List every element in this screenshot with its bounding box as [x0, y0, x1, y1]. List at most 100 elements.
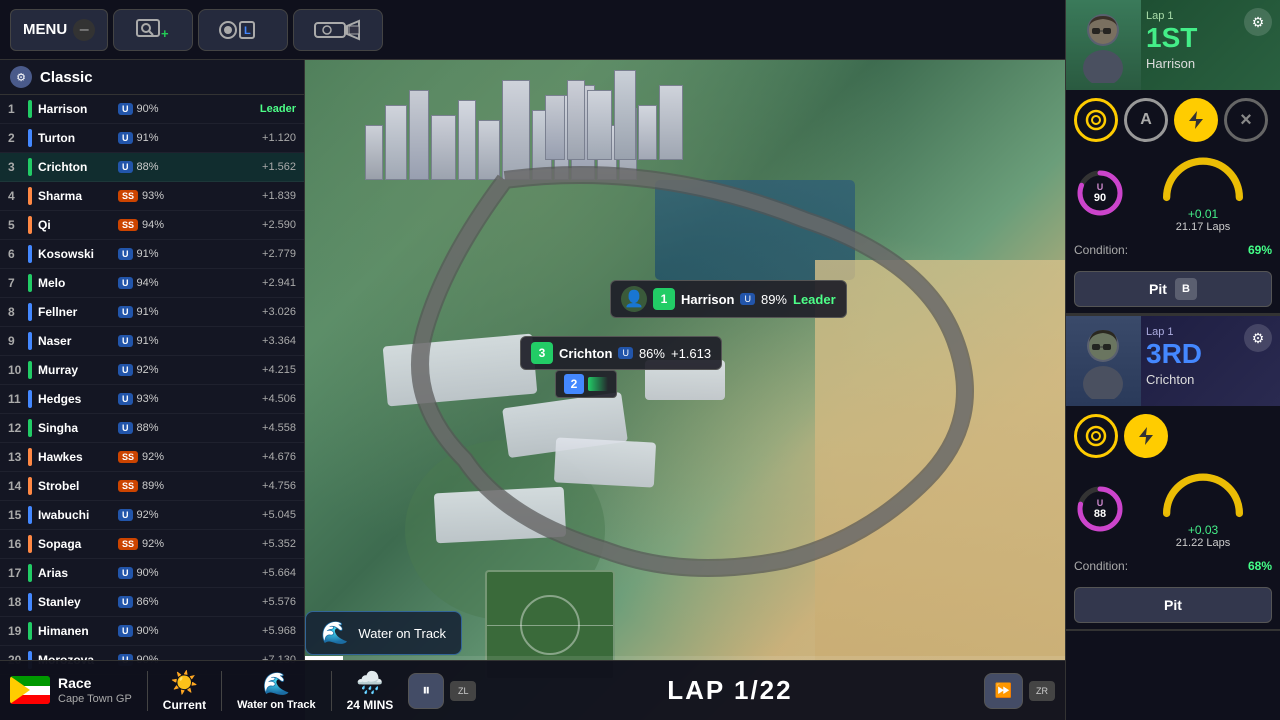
pit-label: Pit — [1149, 281, 1167, 297]
water-warning-overlay: 🌊 Water on Track — [305, 611, 462, 655]
driver-row-16[interactable]: 16 Sopaga SS 92% +5.352 — [0, 530, 304, 559]
driver-row-17[interactable]: 17 Arias U 90% +5.664 — [0, 559, 304, 588]
harrison-card-name: Harrison — [1146, 56, 1197, 71]
divider-2 — [221, 671, 222, 711]
color-bar-7 — [28, 274, 32, 292]
driver-row-3[interactable]: 3 Crichton U 88% +1.562 — [0, 153, 304, 182]
pct-5: 94% — [142, 219, 180, 231]
crichton-settings-button[interactable]: ⚙ — [1244, 324, 1272, 352]
gap-3: +1.562 — [175, 161, 297, 173]
driver-row-5[interactable]: 5 Qi SS 94% +2.590 — [0, 211, 304, 240]
driver-row-13[interactable]: 13 Hawkes SS 92% +4.676 — [0, 443, 304, 472]
name-5: Qi — [38, 218, 118, 232]
driver-row-15[interactable]: 15 Iwabuchi U 92% +5.045 — [0, 501, 304, 530]
pause-button[interactable]: ⏸ — [408, 673, 444, 709]
name-11: Hedges — [38, 392, 118, 406]
harrison-energy-button[interactable] — [1174, 98, 1218, 142]
harrison-delta: +0.01 — [1134, 207, 1272, 221]
water-weather-item: 🌊 Water on Track — [237, 671, 315, 711]
badge-8: U — [118, 306, 133, 318]
crichton-pit-button[interactable]: Pit — [1074, 587, 1272, 623]
crichton-card: Lap 1 3RD Crichton ⚙ — [1066, 315, 1280, 631]
pos-14: 14 — [8, 479, 28, 493]
harrison-settings-button[interactable]: ⚙ — [1244, 8, 1272, 36]
color-bar-19 — [28, 622, 32, 640]
harrison-x-button[interactable]: × — [1224, 98, 1268, 142]
current-weather: ☀️ Current — [163, 670, 206, 712]
zoom-icon: + — [135, 16, 171, 44]
minus-icon[interactable]: – — [73, 19, 95, 41]
crichton-tyre-button[interactable] — [1074, 414, 1118, 458]
harrison-avatar — [1066, 0, 1141, 90]
menu-button[interactable]: MENU – — [10, 9, 108, 51]
harrison-a-button[interactable]: A — [1124, 98, 1168, 142]
gap-16: +5.352 — [180, 538, 296, 550]
driver-row-7[interactable]: 7 Melo U 94% +2.941 — [0, 269, 304, 298]
gap-18: +5.576 — [175, 596, 297, 608]
playback-controls: ⏸ ZL — [408, 673, 476, 709]
name-9: Naser — [38, 334, 118, 348]
pct-10: 92% — [137, 364, 175, 376]
driver-row-18[interactable]: 18 Stanley U 86% +5.576 — [0, 588, 304, 617]
gap-11: +4.506 — [175, 393, 297, 405]
view-zoom-button[interactable]: + — [113, 9, 193, 51]
harrison-tyre-button[interactable] — [1074, 98, 1118, 142]
crichton-condition-label: Condition: — [1074, 559, 1128, 573]
driver-row-11[interactable]: 11 Hedges U 93% +4.506 — [0, 385, 304, 414]
color-bar-6 — [28, 245, 32, 263]
driver-row-19[interactable]: 19 Himanen U 90% +5.968 — [0, 617, 304, 646]
crichton-energy-button[interactable] — [1124, 414, 1168, 458]
badge-12: U — [118, 422, 133, 434]
pct-12: 88% — [137, 422, 175, 434]
driver-row-14[interactable]: 14 Strobel SS 89% +4.756 — [0, 472, 304, 501]
race-control-button[interactable]: L — [198, 9, 288, 51]
driver-row-1[interactable]: 1 Harrison U 90% Leader — [0, 95, 304, 124]
name-19: Himanen — [38, 624, 118, 638]
water-weather-icon: 🌊 — [263, 671, 290, 697]
harrison-lap-label: Lap 1 — [1146, 10, 1197, 22]
pos-9: 9 — [8, 334, 28, 348]
harrison-map-name: Harrison — [681, 292, 734, 307]
driver-row-8[interactable]: 8 Fellner U 91% +3.026 — [0, 298, 304, 327]
driver-row-9[interactable]: 9 Naser U 91% +3.364 — [0, 327, 304, 356]
driver-row-10[interactable]: 10 Murray U 92% +4.215 — [0, 356, 304, 385]
driver-row-2[interactable]: 2 Turton U 91% +1.120 — [0, 124, 304, 153]
race-info: Race Cape Town GP — [58, 674, 132, 706]
pos-8: 8 — [8, 305, 28, 319]
camera-button[interactable] — [293, 9, 383, 51]
harrison-map-icon: 👤 — [621, 286, 647, 312]
badge-5: SS — [118, 219, 138, 231]
pos-2: 2 — [8, 131, 28, 145]
pos-1: 1 — [8, 102, 28, 116]
driver-row-12[interactable]: 12 Singha U 88% +4.558 — [0, 414, 304, 443]
water-icon: 🌊 — [321, 620, 348, 646]
p2-marker: 2 — [555, 370, 617, 398]
category-icon: ⚙ — [10, 66, 32, 88]
name-14: Strobel — [38, 479, 118, 493]
zl-badge: ZL — [450, 681, 476, 701]
driver-row-4[interactable]: 4 Sharma SS 93% +1.839 — [0, 182, 304, 211]
map-tooltip-harrison: 👤 1 Harrison U 89% Leader — [610, 280, 847, 318]
harrison-pit-button[interactable]: Pit B — [1074, 271, 1272, 307]
color-bar-12 — [28, 419, 32, 437]
pct-14: 89% — [142, 480, 180, 492]
pct-11: 93% — [137, 393, 175, 405]
pct-17: 90% — [137, 567, 175, 579]
crichton-action-row — [1066, 406, 1280, 462]
race-control-icon: L — [218, 16, 268, 44]
crichton-gauges: U 88 +0.03 21.22 Laps Condition: 68% — [1066, 462, 1280, 581]
color-bar-16 — [28, 535, 32, 553]
gap-15: +5.045 — [175, 509, 297, 521]
gap-2: +1.120 — [175, 132, 297, 144]
pct-3: 88% — [137, 161, 175, 173]
crichton-tyre-gauge: U 88 — [1074, 483, 1126, 535]
harrison-laps: 21.17 Laps — [1134, 221, 1272, 233]
pct-13: 92% — [142, 451, 180, 463]
gap-1: Leader — [175, 103, 297, 115]
crichton-delta: +0.03 — [1134, 523, 1272, 537]
zr-badge: ZR — [1029, 681, 1055, 701]
driver-row-6[interactable]: 6 Kosowski U 91% +2.779 — [0, 240, 304, 269]
pos-17: 17 — [8, 566, 28, 580]
fast-forward-button[interactable]: ⏩ — [984, 673, 1023, 709]
name-7: Melo — [38, 276, 118, 290]
